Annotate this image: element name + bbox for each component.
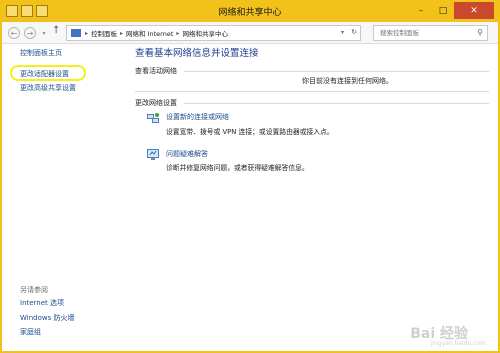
sidebar-item-control-panel-home[interactable]: 控制面板主页 xyxy=(20,48,62,58)
recent-locations-chevron-icon[interactable]: ▾ xyxy=(38,27,50,39)
troubleshoot-link[interactable]: 问题疑难解答 xyxy=(166,149,208,159)
address-dropdown-icon[interactable]: ▾ xyxy=(341,29,344,36)
page-title: 查看基本网络信息并设置连接 xyxy=(135,48,259,59)
setup-connection-description: 设置宽带、拨号或 VPN 连接；或设置路由器或接入点。 xyxy=(166,128,334,136)
window-frame: 网络和共享中心 – □ ✕ ← → ▾ ↑ ▸ 控制面板 ▸ 网络和 Inter… xyxy=(0,0,500,353)
section-divider xyxy=(184,103,489,104)
sidebar-item-advanced-sharing[interactable]: 更改高级共享设置 xyxy=(20,83,76,93)
no-network-message: 你目前没有连接到任何网络。 xyxy=(302,77,393,85)
sidebar-item-change-adapter-settings[interactable]: 更改适配器设置 xyxy=(20,69,69,79)
see-also-internet-options[interactable]: Internet 选项 xyxy=(20,298,64,308)
setup-connection-link[interactable]: 设置新的连接或网络 xyxy=(166,112,229,122)
see-also-windows-firewall[interactable]: Windows 防火墙 xyxy=(20,313,74,323)
sidebar: 控制面板主页 更改适配器设置 更改高级共享设置 另请参阅 Internet 选项… xyxy=(2,45,122,351)
main-content: 查看基本网络信息并设置连接 查看活动网络 你目前没有连接到任何网络。 更改网络设… xyxy=(122,45,496,351)
maximize-icon[interactable]: □ xyxy=(432,2,454,19)
back-arrow-icon[interactable]: ← xyxy=(8,27,20,39)
change-settings-heading: 更改网络设置 xyxy=(135,99,177,107)
forward-arrow-icon[interactable]: → xyxy=(24,27,36,39)
up-arrow-icon[interactable]: ↑ xyxy=(52,25,60,36)
window-controls: – □ ✕ xyxy=(410,2,494,19)
address-bar: ← → ▾ ↑ ▸ 控制面板 ▸ 网络和 Internet ▸ 网络和共享中心 … xyxy=(2,22,498,44)
minimize-icon[interactable]: – xyxy=(410,2,432,19)
see-also-homegroup[interactable]: 家庭组 xyxy=(20,327,41,337)
section-divider xyxy=(135,91,489,92)
search-input[interactable] xyxy=(380,29,475,37)
breadcrumb-item[interactable]: 网络和共享中心 xyxy=(182,28,228,38)
breadcrumb-separator-icon[interactable]: ▸ xyxy=(85,30,88,37)
breadcrumb-separator-icon[interactable]: ▸ xyxy=(176,30,179,37)
new-connection-icon xyxy=(147,113,159,123)
control-panel-icon xyxy=(71,29,81,37)
breadcrumb-item[interactable]: 网络和 Internet xyxy=(126,28,173,38)
search-icon[interactable]: ⚲ xyxy=(477,28,483,37)
active-networks-heading: 查看活动网络 xyxy=(135,67,177,75)
troubleshoot-description: 诊断并修复网络问题，或者获得疑难解答信息。 xyxy=(166,164,309,172)
breadcrumb-item[interactable]: 控制面板 xyxy=(91,28,117,38)
refresh-icon[interactable]: ↻ xyxy=(351,28,357,36)
breadcrumb[interactable]: ▸ 控制面板 ▸ 网络和 Internet ▸ 网络和共享中心 ▾ ↻ xyxy=(66,25,361,41)
title-bar: 网络和共享中心 – □ ✕ xyxy=(2,2,498,22)
watermark-url: jingyan.baidu.com xyxy=(430,340,486,347)
section-divider xyxy=(184,71,489,72)
troubleshoot-icon xyxy=(147,149,159,160)
see-also-heading: 另请参阅 xyxy=(20,286,48,294)
search-field[interactable]: ⚲ xyxy=(373,25,488,41)
breadcrumb-separator-icon[interactable]: ▸ xyxy=(120,30,123,37)
close-icon[interactable]: ✕ xyxy=(454,2,494,19)
